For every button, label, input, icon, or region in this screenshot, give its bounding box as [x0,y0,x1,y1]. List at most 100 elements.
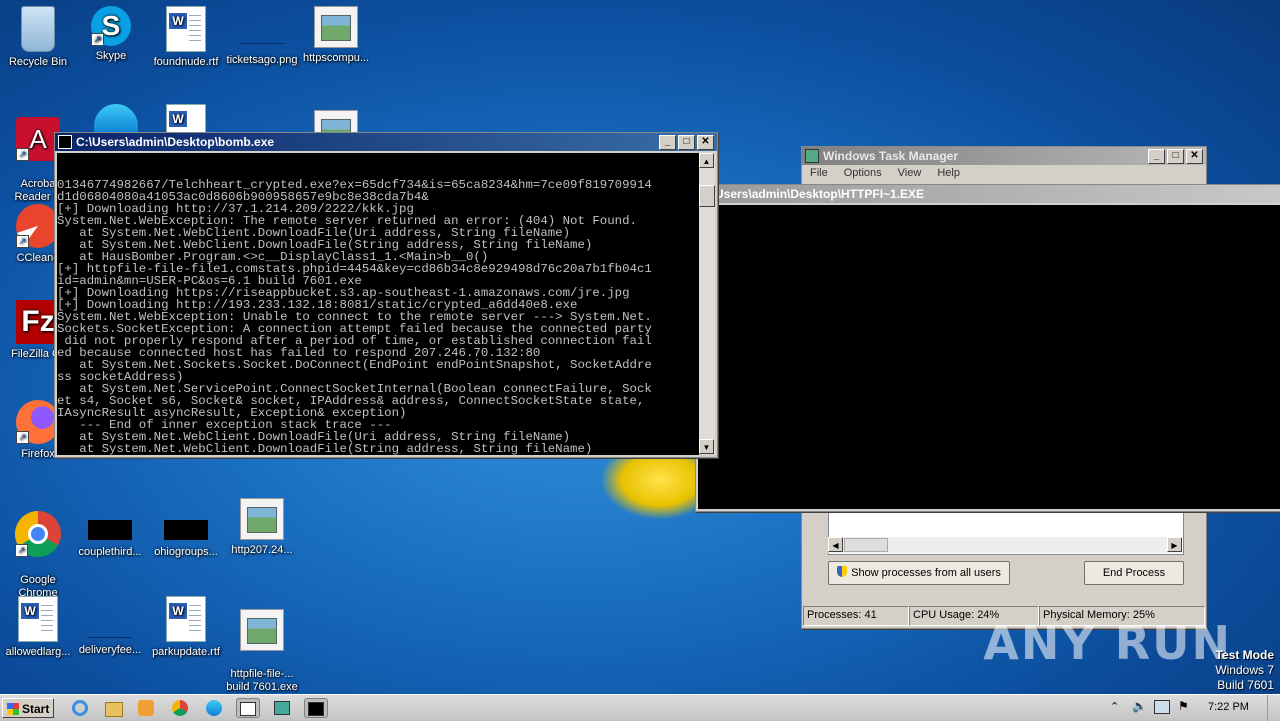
console-window-bomb[interactable]: C:\Users\admin\Desktop\bomb.exe _ □ ✕ 01… [54,132,718,458]
action-center-flag-icon[interactable]: ⚑ [1178,699,1189,713]
status-processes: Processes: 41 [803,606,909,626]
show-all-processes-button[interactable]: Show processes from all users [828,561,1010,585]
desktop-icon-chrome[interactable]: ↗ Google Chrome [0,498,76,600]
image-file-icon [314,6,358,48]
minimize-button[interactable]: _ [659,134,676,150]
word-doc-icon: W [166,596,206,642]
console-app-icon [58,135,72,149]
desktop-icon-label: Firefox [21,448,55,460]
menu-file[interactable]: File [810,167,828,179]
taskbar-app-console2[interactable] [304,698,328,718]
scroll-left-button[interactable]: ◀ [828,537,843,552]
desktop-icon-label: parkupdate.rtf [152,646,220,658]
desktop-icon-skype[interactable]: S ↗ Skype [73,6,149,63]
scroll-down-button[interactable]: ▼ [699,439,714,454]
horizontal-scrollbar[interactable]: ◀ ▶ [828,537,1182,553]
desktop-icon-label: http207.24... [231,544,293,556]
image-file-icon [240,609,284,651]
desktop-icon-parkupdate[interactable]: W parkupdate.rtf [148,596,224,659]
desktop-icon-ticketsago[interactable]: ticketsago.png [224,6,300,67]
desktop-icon-label: Skype [95,50,127,62]
desktop-icon-foundnude[interactable]: W foundnude.rtf [148,6,224,69]
scroll-right-button[interactable]: ▶ [1167,537,1182,552]
console2-titlebar[interactable]: C:\Users\admin\Desktop\HTTPFI~1.EXE [696,185,1280,203]
test-mode-label: Test Mode Windows 7 Build 7601 [1215,648,1274,693]
desktop-icon-http207[interactable]: http207.24... [224,498,300,557]
black-file-icon [164,498,208,542]
desktop-icon-label: httpscompu... [302,52,370,64]
recycle-bin-icon [21,6,55,52]
show-all-label: Show processes from all users [851,567,1001,579]
minimize-button[interactable]: _ [1148,148,1165,164]
scroll-up-button[interactable]: ▲ [699,153,714,168]
scroll-thumb[interactable] [699,185,715,207]
windows-flag-icon [7,703,19,715]
skype-icon: S ↗ [91,6,131,46]
chrome-icon: ↗ [15,511,61,557]
edge-taskbar-icon[interactable] [202,698,226,718]
desktop-icon-label: ohiogroups... [154,546,218,558]
desktop-icon-couplethird[interactable]: couplethird... [72,498,148,559]
ie-icon[interactable] [68,698,92,718]
start-label: Start [22,702,50,716]
console-window-httpfi[interactable]: C:\Users\admin\Desktop\HTTPFI~1.EXE [695,184,1280,512]
console2-output [698,205,1280,509]
desktop-icon-label: ticketsago.png [226,54,298,66]
console-vscrollbar[interactable]: ▲ ▼ [699,153,715,454]
desktop-icon-label: deliveryfee... [78,644,142,656]
desktop-icon-allowedlarg[interactable]: W allowedlarg... [0,596,76,659]
media-player-icon[interactable] [134,698,158,718]
close-button[interactable]: ✕ [697,134,714,150]
tray-expand-icon[interactable]: ⌃ [1110,700,1119,713]
desktop-icon-httpscompu[interactable]: httpscompu... [298,6,374,65]
taskbar: Start ⌃ 🔈 ⚑ 7:22 PM [0,694,1280,721]
close-button[interactable]: ✕ [1186,148,1203,164]
edge-icon [94,104,138,134]
desktop-icon-label: CCleane [16,252,60,264]
explorer-icon[interactable] [102,698,126,718]
taskbar-app-console[interactable] [236,698,260,718]
console-output[interactable]: 01346774982667/Telchheart_crypted.exe?ex… [57,153,699,455]
taskmgr-app-icon [805,149,819,163]
show-desktop-button[interactable] [1267,695,1280,721]
desktop-icon-ohiogroups[interactable]: ohiogroups... [148,498,224,559]
start-button[interactable]: Start [2,698,54,718]
task-manager-titlebar[interactable]: Windows Task Manager _ □ ✕ [802,147,1206,165]
desktop-icon-recycle-bin[interactable]: Recycle Bin [0,6,76,69]
desktop-icon-httpfile[interactable]: httpfile-file-... build 7601.exe [224,596,300,694]
task-manager-menubar: File Options View Help [802,165,1206,181]
desktop-icon-label: httpfile-file-... build 7601.exe [226,668,298,693]
shield-icon [837,566,848,577]
menu-help[interactable]: Help [937,167,960,179]
console-lines: 01346774982667/Telchheart_crypted.exe?ex… [57,179,699,455]
maximize-button[interactable]: □ [678,134,695,150]
network-icon[interactable] [1154,700,1170,714]
black-file-icon [88,498,132,542]
desktop-icon-label: foundnude.rtf [153,56,219,68]
desktop-icon-deliveryfee[interactable]: deliveryfee... [72,596,148,657]
volume-icon[interactable]: 🔈 [1132,699,1147,713]
image-file-icon [240,6,284,50]
image-file-icon [88,596,132,640]
desktop-icon-label: allowedlarg... [5,646,71,658]
window-title: Windows Task Manager [823,149,959,163]
test-mode-line1: Test Mode [1215,648,1274,662]
anyrun-watermark: ANY RUN [983,616,1232,670]
test-mode-line3: Build 7601 [1217,678,1274,692]
image-file-icon [240,498,284,540]
desktop-icon-label: couplethird... [78,546,142,558]
word-doc-icon: W [18,596,58,642]
end-process-button[interactable]: End Process [1084,561,1184,585]
word-doc-icon: W [166,6,206,52]
taskbar-app-taskmgr[interactable] [270,698,294,718]
clock[interactable]: 7:22 PM [1208,701,1249,713]
menu-options[interactable]: Options [844,167,882,179]
window-title: C:\Users\admin\Desktop\bomb.exe [76,135,275,149]
desktop-icon-label: Recycle Bin [8,56,68,68]
chrome-taskbar-icon[interactable] [168,698,192,718]
maximize-button[interactable]: □ [1167,148,1184,164]
scroll-thumb[interactable] [844,538,888,552]
console-titlebar[interactable]: C:\Users\admin\Desktop\bomb.exe _ □ ✕ [55,133,717,151]
end-process-label: End Process [1102,567,1166,579]
menu-view[interactable]: View [898,167,922,179]
